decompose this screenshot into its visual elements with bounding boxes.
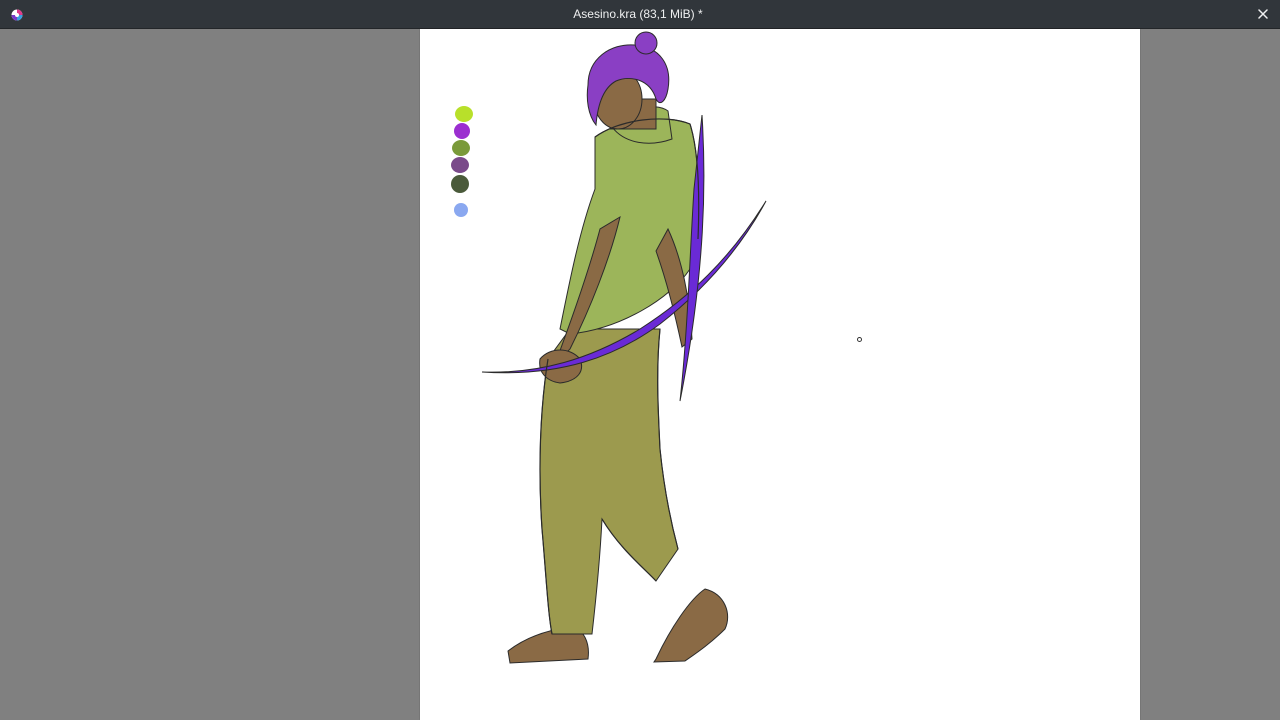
hair-bun xyxy=(634,31,658,55)
close-button[interactable] xyxy=(1254,5,1272,23)
palette-swatch xyxy=(455,106,473,122)
palette-swatch xyxy=(451,175,469,193)
close-icon xyxy=(1258,9,1268,19)
drawing-canvas[interactable] xyxy=(420,29,1140,720)
palette-swatch xyxy=(452,140,470,156)
palette-swatch xyxy=(451,157,469,173)
title-bar[interactable]: Asesino.kra (83,1 MiB) * xyxy=(0,0,1280,29)
palette-swatch xyxy=(454,203,468,217)
color-palette-swatches xyxy=(451,106,473,217)
character-artwork xyxy=(451,31,767,664)
brush-cursor xyxy=(857,337,862,342)
window-title: Asesino.kra (83,1 MiB) * xyxy=(573,7,703,21)
right-foot xyxy=(653,588,729,663)
canvas-workspace[interactable] xyxy=(0,29,1280,720)
palette-swatch xyxy=(454,123,470,139)
